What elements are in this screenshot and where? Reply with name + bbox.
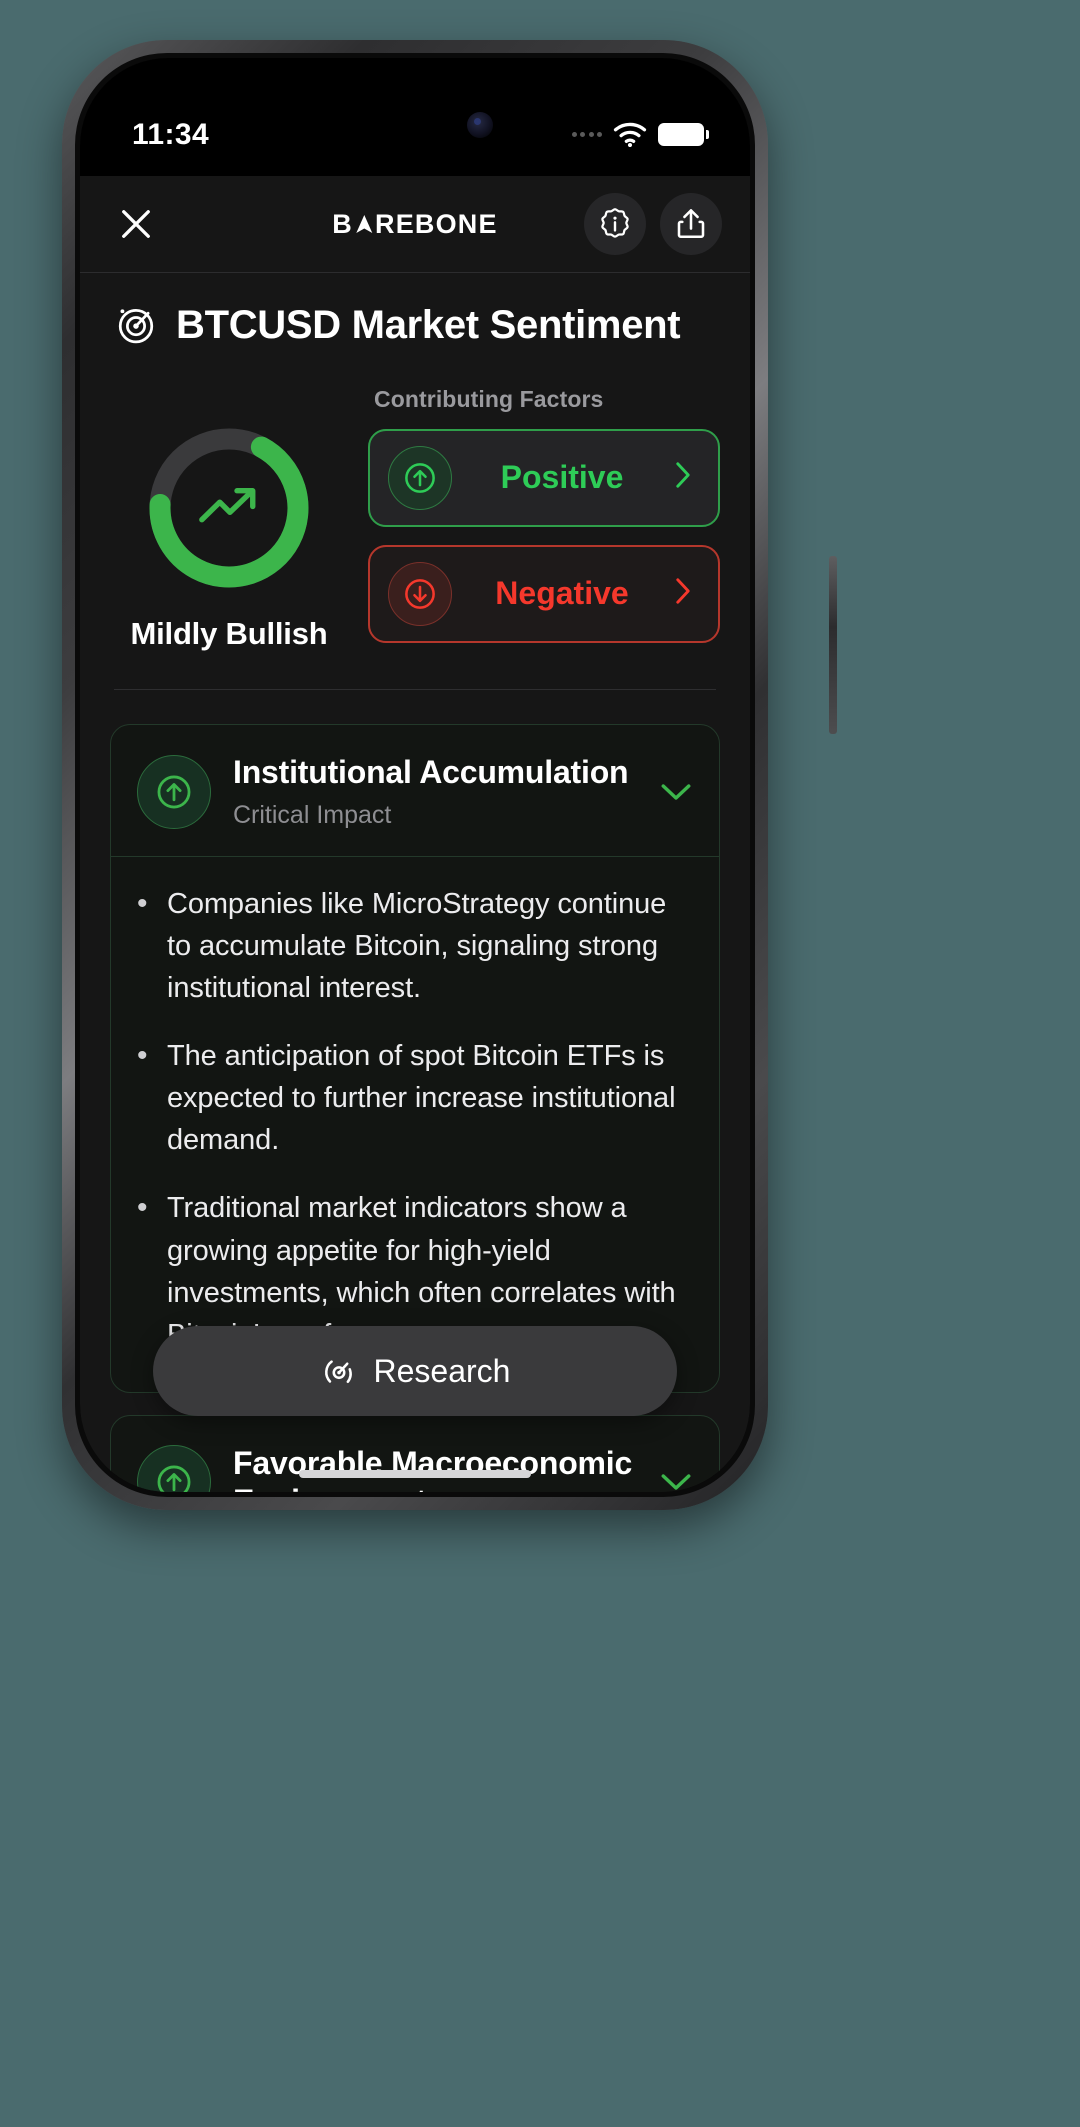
research-button-label: Research [373,1352,511,1389]
status-time: 11:34 [132,118,210,151]
card-header-text: Favorable Macroeconomic Environment [233,1444,637,1492]
factor-button-negative[interactable]: Negative [368,544,720,643]
card-badge-positive [137,754,211,829]
bullet-item: • The anticipation of spot Bitcoin ETFs … [137,1035,689,1161]
battery-icon [658,123,709,146]
app-header-actions [584,193,722,255]
card-header-text: Institutional Accumulation Critical Impa… [233,753,637,830]
phone-bezel: B REBONE BTCUSD Market Sentiment Mildly … [75,53,755,1497]
factor-label-negative: Negative [495,575,629,612]
chevron-right-icon [676,578,690,605]
phone-frame: B REBONE BTCUSD Market Sentiment Mildly … [62,40,837,1510]
positive-chevron [672,460,696,495]
radar-target-icon [118,309,154,344]
app-header: B REBONE [80,176,750,272]
arrow-up-circle-icon [157,775,191,808]
negative-chevron [672,576,696,611]
chevron-right-icon [676,462,690,489]
sentiment-gauge-column: Mildly Bullish [114,380,344,652]
brand-text-first: B [332,208,353,239]
research-scan-icon [324,1360,352,1384]
factor-card-header[interactable]: Favorable Macroeconomic Environment [111,1416,719,1492]
card-badge-positive [137,1445,211,1492]
info-badge-icon [601,208,629,238]
card-body: • Companies like MicroStrategy continue … [111,856,719,1391]
card-title: Institutional Accumulation [233,753,629,790]
close-button[interactable] [110,198,162,250]
front-camera [467,112,493,138]
factor-card-expanded: Institutional Accumulation Critical Impa… [110,723,720,1393]
brand-chevron-up-icon [354,212,374,236]
status-icons [571,122,709,147]
chevron-down-icon [661,1474,691,1490]
brand-logo: B REBONE [332,209,497,240]
dynamic-island [309,94,521,156]
bullet-item: • Companies like MicroStrategy continue … [137,883,689,1009]
factor-label-positive: Positive [500,459,624,496]
bullet-dot: • [137,887,148,921]
cellular-signal-icon [571,132,602,137]
gauge-label: Mildly Bullish [130,615,328,651]
card-expand-toggle[interactable] [659,1471,693,1492]
card-title: Favorable Macroeconomic Environment [233,1444,633,1492]
chevron-down-icon [661,783,691,800]
arrow-down-circle-icon [405,579,435,609]
card-collapse-toggle[interactable] [659,781,693,803]
negative-badge [388,561,452,626]
sentiment-gauge [143,422,315,594]
page-title: BTCUSD Market Sentiment [176,302,681,347]
info-button[interactable] [584,193,646,255]
factor-card-collapsed: Favorable Macroeconomic Environment [110,1414,720,1492]
chevron-up-mark-icon [355,215,372,233]
app-root: B REBONE BTCUSD Market Sentiment Mildly … [80,58,750,1492]
bullet-dot: • [137,1191,148,1225]
home-indicator [299,1470,531,1478]
contributing-factors: Contributing Factors Positive Negative [368,380,720,661]
phone-screen: B REBONE BTCUSD Market Sentiment Mildly … [80,58,750,1492]
bullet-text: The anticipation of spot Bitcoin ETFs is… [167,1040,676,1157]
brand-text-second: REBONE [374,208,498,239]
factor-button-positive[interactable]: Positive [368,428,720,527]
factor-card-header[interactable]: Institutional Accumulation Critical Impa… [111,725,719,856]
bullet-text: Companies like MicroStrategy continue to… [167,888,667,1005]
page-title-row: BTCUSD Market Sentiment [80,273,750,370]
wifi-icon [613,122,647,147]
share-icon [677,209,705,239]
close-icon [122,210,150,238]
card-subtitle: Critical Impact [233,801,392,830]
arrow-up-circle-icon [157,1465,191,1492]
share-button[interactable] [660,193,722,255]
positive-badge [388,445,452,510]
sentiment-section: Mildly Bullish Contributing Factors Posi… [80,370,750,661]
contributing-factors-heading: Contributing Factors [374,385,604,412]
bullet-dot: • [137,1039,148,1073]
arrow-up-circle-icon [405,463,435,493]
gauge-center-icon-wrap [143,422,315,594]
screenshot-stage: B REBONE BTCUSD Market Sentiment Mildly … [0,0,1080,2127]
trend-up-arrow-icon [199,487,256,523]
power-button[interactable] [829,556,837,734]
research-button[interactable]: Research [153,1326,677,1416]
